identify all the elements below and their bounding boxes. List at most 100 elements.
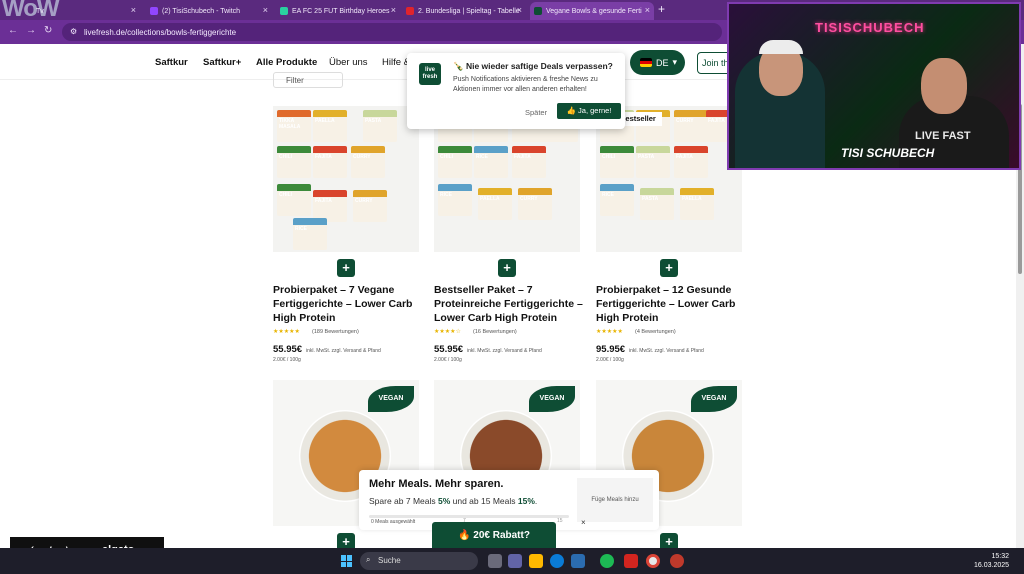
price-note: inkl. MwSt. zzgl. Versand & Pfand: [629, 348, 704, 354]
meal-pack-label: RICE: [602, 192, 614, 198]
add-to-cart-button[interactable]: +: [498, 259, 516, 277]
tab-close-icon[interactable]: ×: [263, 5, 268, 15]
windows-start-icon[interactable]: [341, 555, 353, 567]
nav-ueber-uns[interactable]: Über uns: [329, 57, 368, 68]
meal-pack-image: PAELLA: [680, 188, 714, 220]
meal-pack-label: CHILI: [440, 154, 454, 160]
push-notification-popup: live fresh 🍾 Nie wieder saftige Deals ve…: [407, 53, 625, 129]
product-price: 95.95€: [596, 344, 626, 355]
file-explorer-icon[interactable]: [529, 554, 543, 568]
reload-icon[interactable]: ↻: [44, 25, 52, 36]
unit-price: 2.00€ / 100g: [434, 357, 462, 363]
clock-date: 16.03.2025: [974, 562, 1010, 569]
neon-sign: TISISCHUBECH: [815, 20, 925, 35]
spotify-icon[interactable]: [600, 554, 614, 568]
chrome-icon[interactable]: [646, 554, 660, 568]
livefresh-logo: live fresh: [419, 63, 441, 85]
taskbar-search[interactable]: ⌕ Suche: [360, 552, 478, 570]
product-price: 55.95€: [434, 344, 464, 355]
product-image[interactable]: TIKKA MASALA PAELLA PASTA CHILI FAJITA CURRY C…: [273, 106, 419, 252]
app-icon[interactable]: [670, 554, 684, 568]
meal-pack-image: FAJITA: [313, 146, 347, 178]
meal-pack-image: TIKKA MASALA: [277, 110, 311, 142]
meal-pack-image: RICE: [474, 146, 508, 178]
meal-pack-label: RICE: [440, 192, 452, 198]
accept-button[interactable]: 👍 Ja, gerne!: [557, 103, 621, 119]
person-right-head: [921, 58, 967, 114]
browser-tab-ea-fc[interactable]: EA FC 25 FUT Birthday Heroes ×: [276, 2, 400, 20]
meal-pack-image: FAJITA: [512, 146, 546, 178]
browser-tab-partial[interactable]: Tv ×: [20, 2, 140, 20]
back-arrow-icon[interactable]: ←: [8, 25, 18, 36]
add-meals-button[interactable]: Füge Meals hinzu: [577, 478, 653, 522]
popup-title: 🍾 Nie wieder saftige Deals verpassen?: [453, 61, 613, 71]
edge-icon[interactable]: [550, 554, 564, 568]
meal-pack-label: RICE: [476, 154, 488, 160]
webcam-overlay: TISISCHUBECH LIVE FAST TISI SCHUBECH: [727, 2, 1021, 170]
product-title[interactable]: Bestseller Paket – 7 Proteinreiche Ferti…: [434, 283, 584, 325]
twitch-favicon-icon: [150, 7, 158, 15]
browser-tab-livefresh[interactable]: Vegane Bowls & gesunde Ferti ×: [530, 2, 654, 20]
meal-progress-bar: [369, 515, 569, 518]
later-button[interactable]: Später: [525, 108, 547, 117]
meal-discount-bar: Mehr Meals. Mehr sparen. Spare ab 7 Meal…: [359, 470, 659, 530]
meal-pack-label: CURRY: [353, 154, 371, 160]
meal-pack-image: CURRY: [518, 188, 552, 220]
popup-body: Push Notifications aktivieren & freshe N…: [453, 76, 598, 93]
nav-saftkur-plus[interactable]: Saftkur+: [203, 57, 241, 68]
filter-button[interactable]: Filter: [273, 72, 343, 88]
meal-pack-image: FAJITA: [674, 146, 708, 178]
nav-alle-produkte[interactable]: Alle Produkte: [256, 57, 317, 68]
tab-close-icon[interactable]: ×: [517, 5, 522, 15]
browser-tab-bundesliga[interactable]: 2. Bundesliga | Spieltag - Tabelle ×: [402, 2, 526, 20]
ea-favicon-icon: [280, 7, 288, 15]
meal-pack-label: PASTA: [642, 196, 659, 202]
store-icon[interactable]: [571, 554, 585, 568]
meal-pack-label: FAJITA: [514, 154, 531, 160]
meal-pack-image: CHILI: [277, 184, 311, 216]
tab-close-icon[interactable]: ×: [645, 5, 650, 15]
nav-hilfe[interactable]: Hilfe &: [382, 57, 410, 68]
meal-pack-image: RICE: [600, 184, 634, 216]
taskbar-clock[interactable]: 15:32 16.03.2025: [974, 552, 1009, 570]
forward-arrow-icon[interactable]: →: [26, 25, 36, 36]
meal-pack-image: CHILI: [438, 146, 472, 178]
product-title[interactable]: Probierpaket – 7 Vegane Fertiggerichte –…: [273, 283, 423, 325]
address-bar[interactable]: ⚙ livefresh.de/collections/bowls-fertigg…: [62, 23, 722, 41]
teams-icon[interactable]: [508, 554, 522, 568]
price-note: inkl. MwSt. zzgl. Versand & Pfand: [306, 348, 381, 354]
milestone-15: 15: [557, 518, 563, 524]
acrobat-icon[interactable]: [624, 554, 638, 568]
meal-pack-image: PASTA: [363, 110, 397, 142]
chevron-down-icon: ▾: [672, 57, 678, 67]
meal-pack-image: CHILI: [600, 146, 634, 178]
task-view-icon[interactable]: [488, 554, 502, 568]
add-to-cart-button[interactable]: +: [337, 259, 355, 277]
close-icon[interactable]: ×: [581, 518, 586, 527]
review-count: (189 Bewertungen): [312, 329, 359, 335]
browser-tab-twitch[interactable]: (2) TisiSchubech - Twitch ×: [146, 2, 272, 20]
new-tab-button[interactable]: +: [658, 2, 665, 16]
tab-close-icon[interactable]: ×: [131, 5, 136, 15]
promo-heading: Mehr Meals. Mehr sparen.: [369, 478, 504, 490]
meal-pack-image: PASTA: [640, 188, 674, 220]
meal-pack-label: CURRY: [355, 198, 373, 204]
site-info-icon[interactable]: ⚙: [70, 27, 77, 36]
add-to-cart-button[interactable]: +: [660, 259, 678, 277]
cap: [759, 40, 803, 54]
search-label: Suche: [378, 556, 401, 565]
livefresh-favicon-icon: [534, 7, 542, 15]
meal-pack-image: RICE: [293, 218, 327, 250]
tab-close-icon[interactable]: ×: [391, 5, 396, 15]
vegan-badge: VEGAN: [368, 386, 414, 412]
meal-pack-image: CHILI: [277, 146, 311, 178]
nav-saftkur[interactable]: Saftkur: [155, 57, 188, 68]
url-text: livefresh.de/collections/bowls-fertigger…: [84, 27, 237, 37]
language-label: DE: [656, 57, 669, 68]
rating-stars: ★★★★☆: [434, 329, 461, 335]
discount-button[interactable]: 🔥 20€ Rabatt?: [432, 522, 556, 550]
language-selector[interactable]: DE ▾: [630, 50, 685, 75]
tab-label: Vegane Bowls & gesunde Ferti: [546, 7, 642, 15]
product-title[interactable]: Probierpaket – 12 Gesunde Fertiggerichte…: [596, 283, 746, 325]
meal-pack-label: FAJITA: [315, 198, 332, 204]
